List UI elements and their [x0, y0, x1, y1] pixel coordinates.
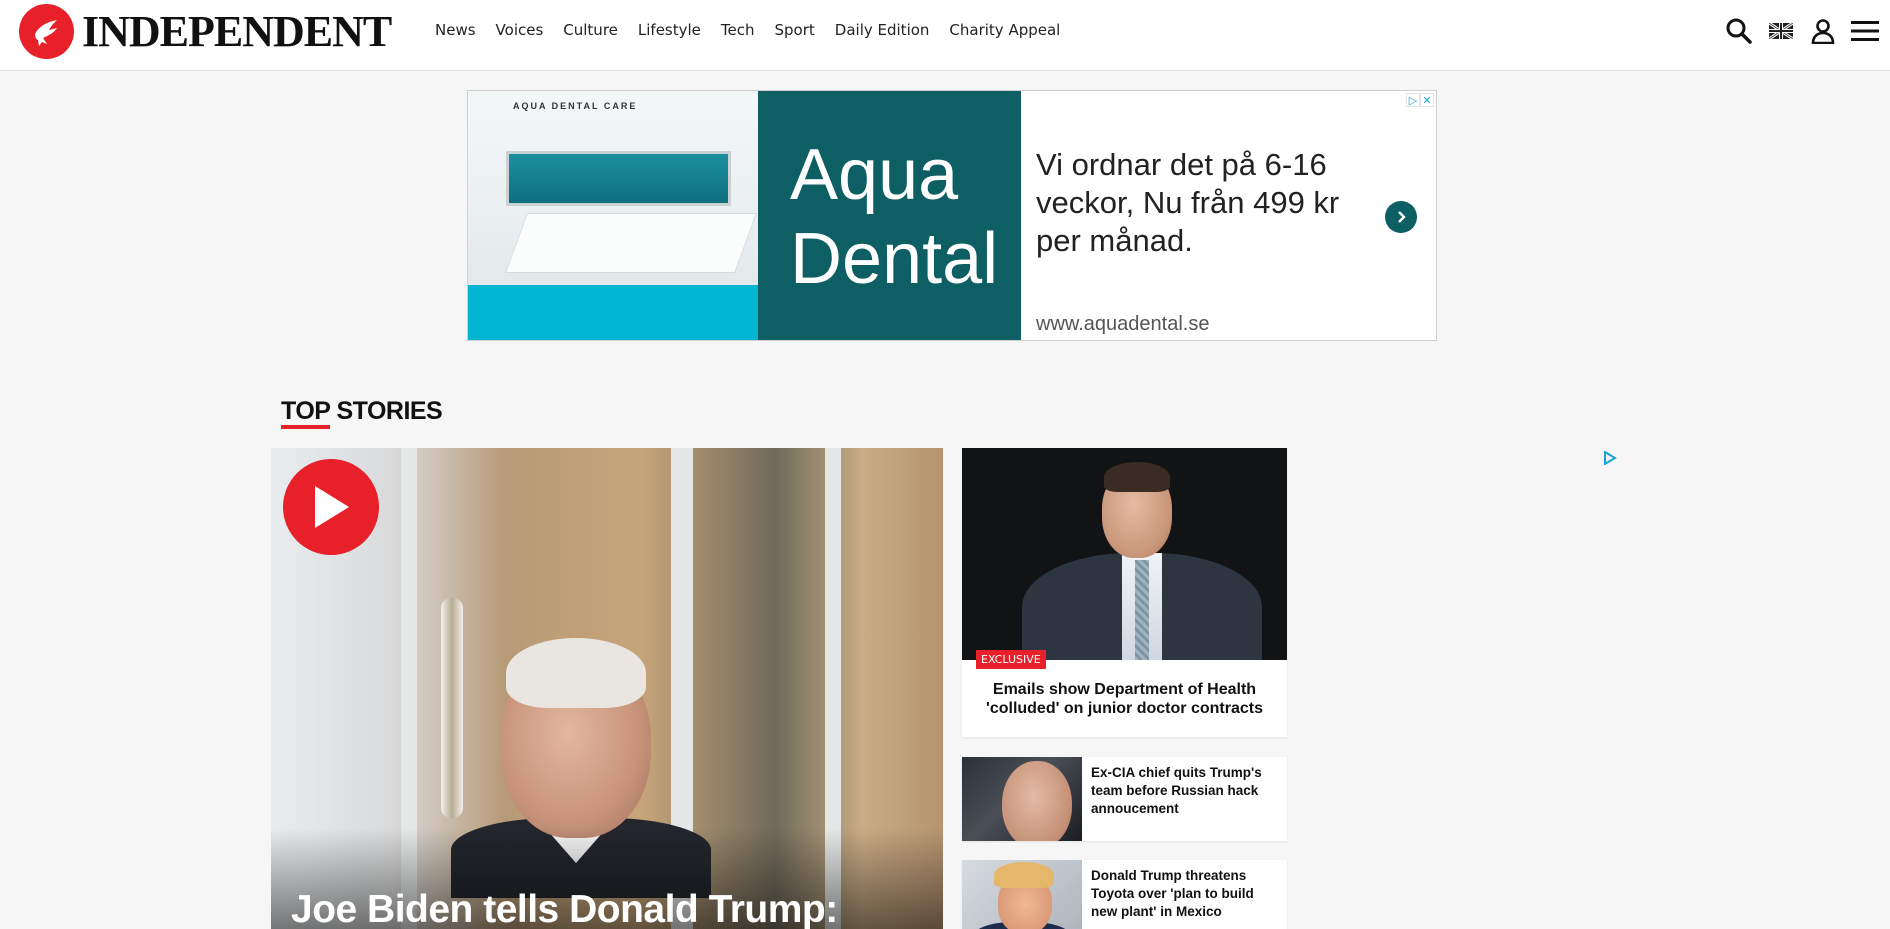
thumbnail-hair: [994, 862, 1054, 888]
adchoices-icon[interactable]: [1603, 450, 1617, 470]
menu-icon[interactable]: [1848, 14, 1882, 48]
ad-brand-line-2: Dental: [790, 219, 999, 299]
nav-item-lifestyle[interactable]: Lifestyle: [638, 21, 701, 39]
portrait-hair: [506, 638, 646, 708]
story-card[interactable]: Donald Trump threatens Toyota over 'plan…: [962, 860, 1287, 929]
nav-item-news[interactable]: News: [435, 21, 476, 39]
close-icon[interactable]: ✕: [1420, 93, 1434, 107]
ad-url[interactable]: www.aquadental.se: [1036, 313, 1209, 336]
exclusive-badge: EXCLUSIVE: [976, 650, 1046, 669]
reception-desk-image: [505, 213, 757, 273]
ad-brand-panel: Aqua Dental: [758, 91, 1021, 340]
ad-brand-line-1: Aqua: [790, 135, 959, 215]
ad-photo: AQUA DENTAL CARE: [468, 91, 758, 340]
feature-tie: [1135, 560, 1149, 660]
nav-item-tech[interactable]: Tech: [721, 21, 755, 39]
feature-headline[interactable]: Emails show Department of Health 'collud…: [962, 680, 1287, 718]
main-nav: News Voices Culture Lifestyle Tech Sport…: [435, 0, 1080, 60]
ad-copy: Vi ordnar det på 6-16 veckor, Nu från 49…: [1036, 147, 1340, 258]
play-icon[interactable]: [283, 459, 379, 555]
nav-item-daily-edition[interactable]: Daily Edition: [835, 21, 930, 39]
site-header: INDEPENDENT News Voices Culture Lifestyl…: [0, 0, 1890, 71]
thumbnail-face: [1002, 761, 1072, 841]
nav-item-charity-appeal[interactable]: Charity Appeal: [949, 21, 1060, 39]
nav-item-sport[interactable]: Sport: [775, 21, 815, 39]
site-logo[interactable]: INDEPENDENT: [19, 4, 392, 59]
section-title: TOP STORIES: [281, 397, 443, 429]
eagle-logo-icon: [19, 4, 74, 59]
door-handle: [441, 598, 463, 818]
story-headline[interactable]: Donald Trump threatens Toyota over 'plan…: [1091, 867, 1271, 921]
story-thumbnail: [962, 860, 1082, 929]
story-thumbnail: [962, 757, 1082, 841]
nav-item-culture[interactable]: Culture: [563, 21, 618, 39]
section-title-accent: TOP: [281, 397, 331, 429]
feature-story-card[interactable]: EXCLUSIVE Emails show Department of Heal…: [962, 448, 1287, 737]
uk-flag-icon[interactable]: [1764, 14, 1798, 48]
story-card[interactable]: Ex-CIA chief quits Trump's team before R…: [962, 757, 1287, 841]
ad-photo-brand: AQUA DENTAL CARE: [513, 101, 638, 111]
nav-item-voices[interactable]: Voices: [496, 21, 544, 39]
logo-wordmark: INDEPENDENT: [82, 6, 392, 56]
ad-banner[interactable]: AQUA DENTAL CARE Aqua Dental Vi ordnar d…: [467, 90, 1437, 341]
ad-color-strip: [468, 285, 758, 340]
adchoices-icon[interactable]: ▷: [1406, 93, 1420, 107]
account-icon[interactable]: [1806, 14, 1840, 48]
feature-image: [962, 448, 1287, 660]
ad-choices: ▷ ✕: [1406, 93, 1434, 107]
lead-story[interactable]: Joe Biden tells Donald Trump:: [271, 448, 943, 929]
search-icon[interactable]: [1722, 14, 1756, 48]
section-title-rest: STORIES: [330, 397, 443, 425]
header-actions: [1714, 14, 1882, 48]
lead-headline[interactable]: Joe Biden tells Donald Trump:: [291, 888, 838, 929]
chevron-right-icon[interactable]: [1385, 201, 1417, 233]
story-headline[interactable]: Ex-CIA chief quits Trump's team before R…: [1091, 764, 1271, 818]
aquarium-image: [506, 151, 731, 206]
feature-hair: [1104, 462, 1170, 492]
